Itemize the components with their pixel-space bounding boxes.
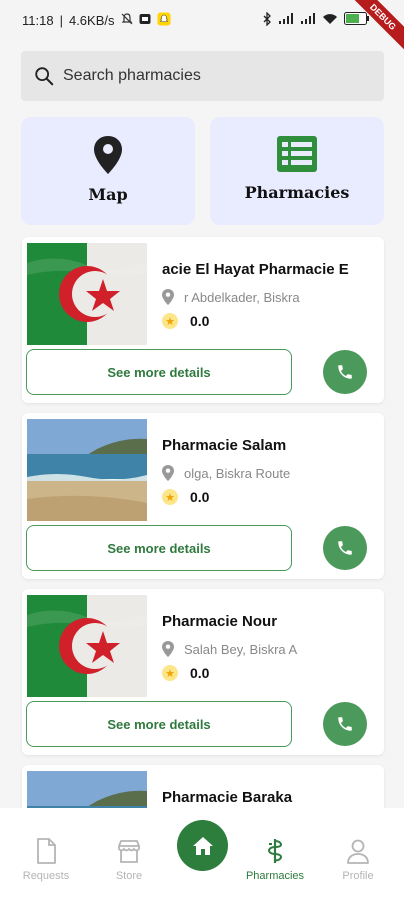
nav-label-store: Store: [115, 870, 143, 882]
pharmacy-address: olga, Biskra Route: [184, 465, 291, 481]
see-more-details-button[interactable]: See more details: [26, 349, 292, 395]
see-more-details-button[interactable]: See more details: [26, 701, 292, 747]
location-pin-icon: [162, 289, 174, 305]
phone-icon: [338, 541, 352, 555]
list-icon: [277, 136, 317, 172]
battery-icon: [344, 12, 370, 28]
nav-label-profile: Profile: [342, 870, 374, 882]
signal-icon-2: [300, 12, 316, 28]
pharmacy-address: r Abdelkader, Biskra: [184, 289, 300, 305]
search-icon: [35, 67, 54, 86]
nav-label-pharmacies: Pharmacies: [245, 870, 305, 882]
wifi-icon: [322, 13, 338, 28]
pharmacy-rating: 0.0: [190, 313, 210, 329]
pharmacy-name: Pharmacie Salam: [162, 437, 287, 454]
pharmacy-address: Salah Bey, Biskra A: [184, 641, 298, 657]
call-button[interactable]: [323, 350, 367, 394]
pharmacies-tile[interactable]: Pharmacies: [210, 117, 384, 225]
pharmacy-card[interactable]: Pharmacie Nour Salah Bey, Biskra A ★ 0.0…: [22, 589, 384, 755]
nav-store[interactable]: Store: [94, 838, 164, 882]
store-icon: [118, 840, 140, 863]
home-icon: [192, 836, 213, 855]
beach-photo-image: [27, 419, 147, 521]
search-input[interactable]: [63, 67, 363, 85]
nav-label-requests: Requests: [22, 870, 70, 882]
pharmacy-icon: [267, 839, 283, 863]
app-notification-icon: [139, 13, 151, 28]
phone-icon: [338, 365, 352, 379]
bluetooth-icon: [262, 10, 272, 29]
pharmacies-tile-label: Pharmacies: [244, 183, 350, 202]
algeria-flag-image: [27, 595, 147, 697]
snapchat-icon: [157, 12, 171, 29]
star-icon: ★: [162, 313, 178, 329]
pharmacy-card[interactable]: acie El Hayat Pharmacie E r Abdelkader, …: [22, 237, 384, 403]
profile-icon: [347, 839, 369, 864]
pharmacy-name: acie El Hayat Pharmacie E: [162, 261, 349, 278]
location-pin-icon: [162, 641, 174, 657]
nav-pharmacies[interactable]: Pharmacies: [240, 838, 310, 882]
nav-requests[interactable]: Requests: [11, 838, 81, 882]
map-pin-icon: [94, 136, 122, 174]
pharmacy-card[interactable]: Pharmacie Salam olga, Biskra Route ★ 0.0…: [22, 413, 384, 579]
search-bar[interactable]: [21, 51, 384, 101]
algeria-flag-image: [27, 243, 147, 345]
see-more-details-button[interactable]: See more details: [26, 525, 292, 571]
call-button[interactable]: [323, 526, 367, 570]
home-button[interactable]: [177, 820, 228, 871]
call-button[interactable]: [323, 702, 367, 746]
pharmacy-rating: 0.0: [190, 489, 210, 505]
location-pin-icon: [162, 465, 174, 481]
bottom-navigation: Requests Store Pharmacies Profile: [0, 808, 404, 900]
map-tile[interactable]: Map: [21, 117, 195, 225]
pharmacy-name: Pharmacie Nour: [162, 613, 278, 630]
phone-icon: [338, 717, 352, 731]
status-bar: 11:18 | 4.6KB/s DEBUG: [0, 0, 404, 55]
document-icon: [37, 838, 56, 864]
star-icon: ★: [162, 665, 178, 681]
signal-icon: [278, 12, 294, 28]
mute-bell-icon: [121, 12, 133, 28]
nav-profile[interactable]: Profile: [323, 838, 393, 882]
map-tile-label: Map: [88, 185, 128, 204]
network-speed: 4.6KB/s: [68, 12, 115, 28]
pharmacy-name: Pharmacie Baraka: [162, 789, 293, 806]
star-icon: ★: [162, 489, 178, 505]
pharmacy-rating: 0.0: [190, 665, 210, 681]
status-time: 11:18: [22, 12, 54, 28]
